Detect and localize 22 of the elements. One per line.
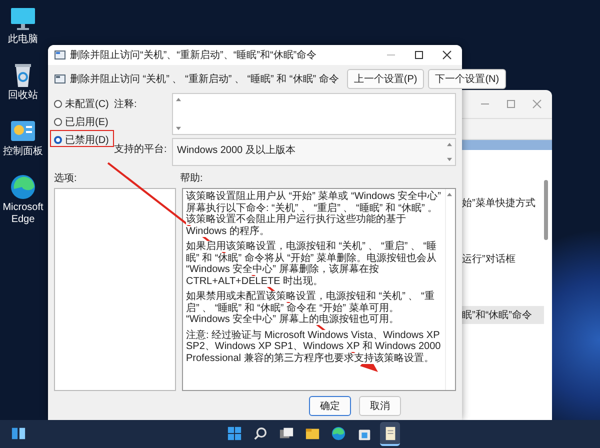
nav-button[interactable]: 下一个设置(N) [428, 69, 506, 89]
desktop-icon-label: 回收站 [7, 90, 39, 102]
platform-value: Windows 2000 及以上版本 [176, 144, 296, 158]
window-title: 删除并阻止访问“关机”、“重新启动”、“睡眠”和“休眠”命令 [70, 48, 317, 62]
desktop-icon-label: Microsoft Edge [2, 202, 44, 226]
radio-option[interactable]: 已启用(E) [54, 115, 112, 129]
dialog-button[interactable]: 取消 [359, 396, 401, 416]
options-label: 选项: [54, 172, 78, 185]
desktop-icon-label: 此电脑 [7, 34, 39, 46]
radio-option[interactable]: 已禁用(D) [54, 133, 112, 147]
help-label: 帮助: [180, 172, 203, 185]
policy-title: 删除并阻止访问 “关机” 、 “重新启动” 、 “睡眠” 和 “休眠” 命令 [70, 72, 339, 86]
nav-button[interactable]: 上一个设置(P) [346, 69, 424, 89]
help-paragraph: 该策略设置阻止用户从 “开始” 菜单或 “Windows 安全中心” 屏幕执行以下命令: “关机” 、 “重启” 、 “睡眠” 和 “休眠” 。该策略设置不会阻止用户运行执行这些功能的基于 Windows 的程序。 [186, 191, 442, 237]
platform-label: 支持的平台: [114, 142, 168, 157]
radio-option[interactable]: 未配置(C) [54, 97, 112, 111]
desktop-icon-label: 控制面板 [2, 146, 44, 158]
comment-label: 注释: [114, 98, 138, 112]
help-paragraph: 如果禁用或未配置该策略设置，电源按钮和 “关机” 、 “重启” 、 “睡眠” 和 “休眠” 命令在 “开始” 菜单可用。 “Windows 安全中心” 屏幕上的电源按钮也可用。 [186, 291, 436, 326]
help-paragraph: 注意: 经过验证与 Microsoft Windows Vista、Windows XP SP2、Windows XP SP1、Windows XP 和 Windows 2000 Professional 兼容的第三方程序也要求支持该策略设置。 [186, 330, 442, 364]
dialog-button[interactable]: 确定 [309, 396, 351, 416]
help-paragraph: 如果启用该策略设置，电源按钮和 “关机” 、 “重启” 、 “睡眠” 和 “休眠” 命令将从 “开始” 菜单删除。电源按钮也会从 “Windows 安全中心” 屏幕删除，该屏幕在按 CTRL+ALT+DELETE 时出现。 [186, 241, 438, 287]
